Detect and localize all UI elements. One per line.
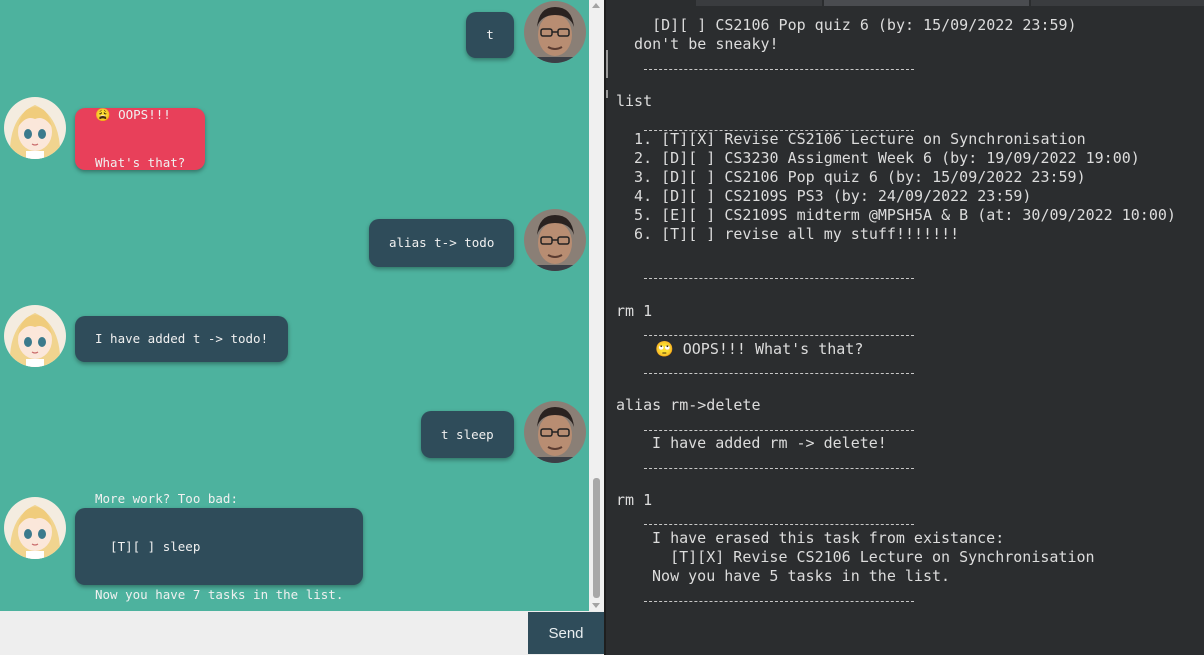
bot-message-line: Now you have 7 tasks in the list. (95, 586, 344, 602)
bot-dialog-row: More work? Too bad: [T][ ] sleep Now you… (0, 491, 589, 602)
terminal-list-item: 4. [D][ ] CS2109S PS3 (by: 24/09/2022 23… (616, 187, 1032, 205)
user-message-bubble: t (466, 12, 514, 58)
scroll-up-arrow-icon[interactable] (592, 3, 600, 8)
terminal-divider (644, 430, 914, 431)
send-button[interactable]: Send (528, 612, 604, 654)
user-message-bubble: alias t-> todo (369, 219, 514, 267)
scrollbar-thumb[interactable] (593, 478, 600, 598)
bot-avatar (4, 97, 66, 159)
terminal-list-item: 5. [E][ ] CS2109S midterm @MPSH5A & B (a… (616, 206, 1176, 224)
terminal-list-item: 1. [T][X] Revise CS2106 Lecture on Synch… (616, 130, 1086, 148)
user-avatar (524, 401, 586, 463)
terminal-divider (644, 373, 914, 374)
user-dialog-row: t (0, 0, 589, 64)
scroll-down-arrow-icon[interactable] (592, 603, 600, 608)
chat-window: t 😩 OOPS!!! What's that? alias t-> todo … (0, 0, 604, 655)
terminal-line: don't be sneaky! (616, 35, 779, 53)
user-message-text: alias t-> todo (389, 235, 495, 250)
bot-avatar (4, 305, 66, 367)
terminal-tab[interactable] (1031, 0, 1204, 6)
terminal-command-line: alias rm->delete (616, 396, 761, 414)
terminal-gutter-mark (606, 90, 608, 98)
terminal-tab-strip (606, 0, 1204, 6)
terminal-command-line: rm 1 (616, 302, 653, 320)
terminal-divider (644, 524, 914, 525)
user-dialog-row: alias t-> todo (0, 208, 589, 272)
input-bar: Send (0, 611, 604, 655)
terminal-tab[interactable] (696, 0, 822, 6)
terminal-divider (644, 335, 914, 336)
terminal-gutter-mark (606, 50, 608, 78)
bot-message-line: 😩 OOPS!!! (95, 107, 171, 122)
terminal-list-item: 3. [D][ ] CS2106 Pop quiz 6 (by: 15/09/2… (616, 168, 1086, 186)
terminal-divider (644, 278, 914, 279)
bot-message-line: What's that? (95, 155, 186, 170)
terminal-line: 🙄 OOPS!!! What's that? (646, 340, 864, 358)
bot-dialog-row: 😩 OOPS!!! What's that? (0, 96, 589, 172)
bot-dialog-row: I have added t -> todo! (0, 304, 589, 368)
terminal-line: [D][ ] CS2106 Pop quiz 6 (by: 15/09/2022… (616, 16, 1077, 34)
user-message-bubble: t sleep (421, 411, 514, 458)
terminal-divider (644, 601, 914, 602)
terminal-list-item: 2. [D][ ] CS3230 Assigment Week 6 (by: 1… (616, 149, 1140, 167)
terminal-divider (644, 69, 914, 70)
terminal-tab-active[interactable] (824, 0, 1029, 6)
terminal-list-item: 6. [T][ ] revise all my stuff!!!!!!! (616, 225, 960, 243)
terminal-divider (644, 468, 914, 469)
terminal-command-line: rm 1 (616, 491, 653, 509)
user-avatar (524, 1, 586, 63)
user-message-text: t (486, 27, 494, 42)
bot-message-line: I have added t -> todo! (95, 331, 269, 346)
user-message-text: t sleep (441, 426, 494, 442)
terminal-line: I have erased this task from existance: (643, 529, 1005, 547)
bot-message-bubble: More work? Too bad: [T][ ] sleep Now you… (75, 491, 363, 602)
message-input[interactable] (0, 611, 527, 655)
terminal-line: [T][X] Revise CS2106 Lecture on Synchron… (643, 548, 1095, 566)
bot-avatar (4, 497, 66, 559)
terminal-window[interactable]: [D][ ] CS2106 Pop quiz 6 (by: 15/09/2022… (604, 0, 1204, 655)
terminal-command-line: list (616, 92, 653, 110)
terminal-line: Now you have 5 tasks in the list. (643, 567, 951, 585)
bot-message-line: [T][ ] sleep (95, 538, 201, 554)
chat-dialog-container[interactable]: t 😩 OOPS!!! What's that? alias t-> todo … (0, 0, 589, 611)
user-avatar (524, 209, 586, 271)
terminal-line: I have added rm -> delete! (643, 434, 887, 452)
bot-message-bubble: I have added t -> todo! (75, 316, 288, 362)
chat-scrollbar[interactable] (589, 0, 604, 611)
user-dialog-row: t sleep (0, 400, 589, 464)
bot-error-bubble: 😩 OOPS!!! What's that? (75, 107, 205, 170)
bot-message-line: More work? Too bad: (95, 490, 238, 506)
